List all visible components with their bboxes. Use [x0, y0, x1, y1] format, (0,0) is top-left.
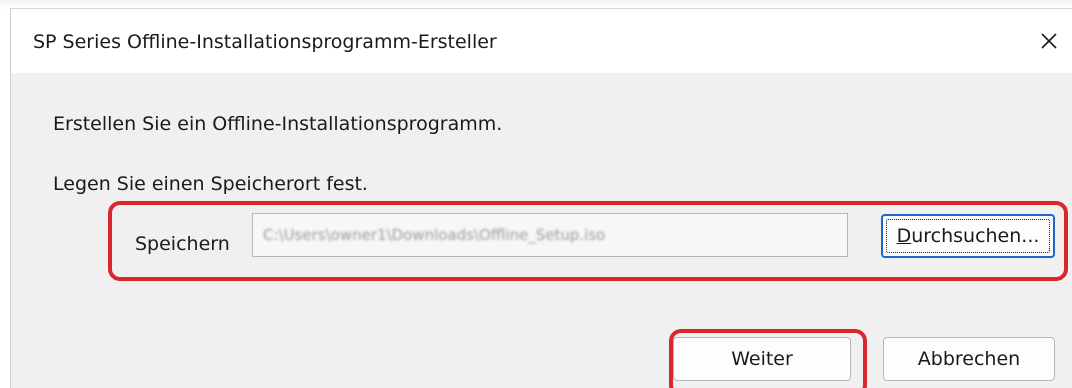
- browse-label-rest: urchsuchen...: [911, 225, 1040, 247]
- browse-button-label: Durchsuchen...: [897, 225, 1040, 247]
- browse-mnemonic: D: [896, 225, 912, 247]
- next-button[interactable]: Weiter: [673, 337, 851, 381]
- next-button-label: Weiter: [731, 348, 793, 370]
- save-path-field[interactable]: C:\Users\owner1\Downloads\Offline_Setup.…: [252, 213, 848, 257]
- screenshot-stage: SP Series Offline-Installationsprogramm-…: [0, 0, 1072, 388]
- cancel-button-label: Abbrechen: [917, 348, 1021, 370]
- title-bar: SP Series Offline-Installationsprogramm-…: [11, 9, 1072, 73]
- browse-button[interactable]: Durchsuchen...: [881, 214, 1055, 258]
- close-icon: [1039, 31, 1059, 51]
- save-location-label: Speichern: [135, 233, 230, 255]
- location-prompt: Legen Sie einen Speicherort fest.: [53, 173, 368, 195]
- cancel-button[interactable]: Abbrechen: [883, 337, 1055, 381]
- window-title: SP Series Offline-Installationsprogramm-…: [33, 31, 497, 53]
- save-path-value: C:\Users\owner1\Downloads\Offline_Setup.…: [263, 226, 606, 244]
- close-button[interactable]: [1027, 19, 1071, 63]
- intro-text: Erstellen Sie ein Offline-Installationsp…: [53, 113, 503, 135]
- installer-creator-dialog: SP Series Offline-Installationsprogramm-…: [10, 8, 1072, 388]
